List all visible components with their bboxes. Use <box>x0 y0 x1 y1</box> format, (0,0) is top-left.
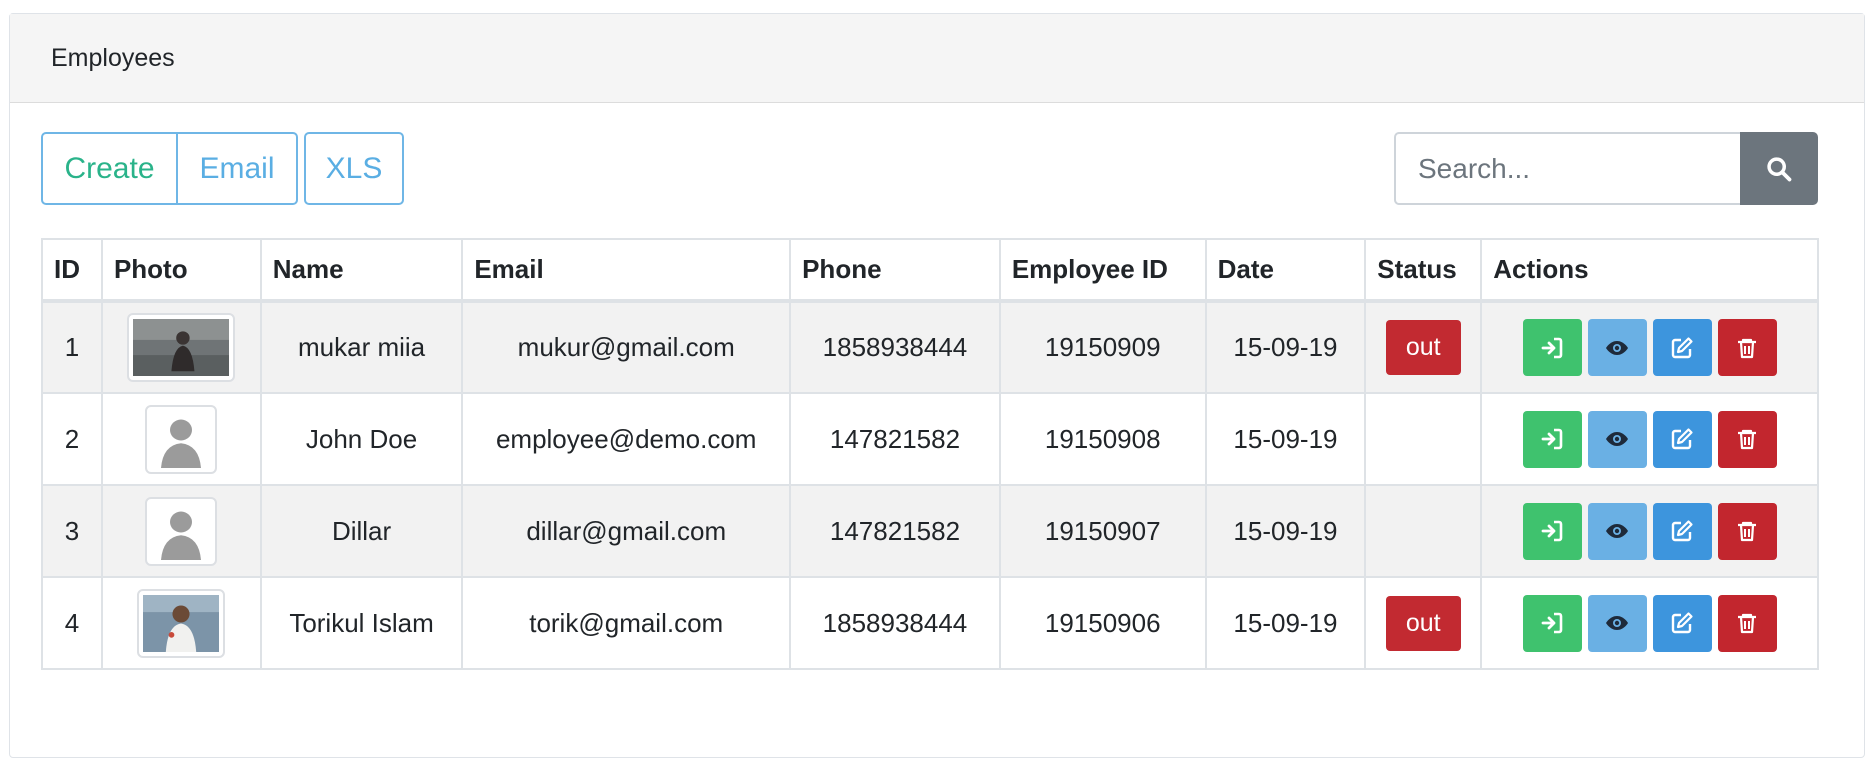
view-button[interactable] <box>1587 594 1647 652</box>
column-header-photo[interactable]: Photo <box>100 238 262 303</box>
delete-button[interactable] <box>1717 319 1777 376</box>
cell-employee-id: 19150909 <box>998 300 1207 394</box>
eye-icon <box>1606 616 1629 630</box>
view-button[interactable] <box>1587 502 1647 560</box>
cell-employee-id: 19150907 <box>998 484 1207 578</box>
trash-icon <box>1738 429 1757 450</box>
edit-button[interactable] <box>1652 502 1712 560</box>
status-badge: out <box>1385 595 1461 651</box>
edit-icon <box>1671 336 1693 358</box>
edit-button[interactable] <box>1652 594 1712 652</box>
table-header-row: ID Photo Name Email Phone Employee ID Da… <box>41 238 1819 303</box>
cell-phone: 147821582 <box>789 484 1001 578</box>
delete-button[interactable] <box>1717 502 1777 560</box>
cell-email: mukur@gmail.com <box>461 300 792 394</box>
sign-in-icon <box>1541 520 1563 542</box>
trash-icon <box>1738 613 1757 634</box>
xls-button[interactable]: XLS <box>304 132 404 205</box>
cell-status <box>1364 484 1483 578</box>
cell-photo <box>100 484 262 578</box>
cell-status: out <box>1364 300 1483 394</box>
edit-button[interactable] <box>1652 410 1712 468</box>
eye-icon <box>1606 524 1629 538</box>
cell-name: John Doe <box>259 392 464 486</box>
cell-actions <box>1480 300 1819 394</box>
trash-icon <box>1738 521 1757 542</box>
cell-actions <box>1480 576 1819 670</box>
cell-email: employee@demo.com <box>461 392 792 486</box>
check-in-button[interactable] <box>1522 319 1582 376</box>
cell-name: Dillar <box>259 484 464 578</box>
cell-photo <box>100 392 262 486</box>
sign-in-icon <box>1541 612 1563 634</box>
cell-email: torik@gmail.com <box>461 576 792 670</box>
cell-phone: 1858938444 <box>789 300 1001 394</box>
eye-icon <box>1606 432 1629 446</box>
column-header-date[interactable]: Date <box>1204 238 1367 303</box>
cell-id: 4 <box>41 576 103 670</box>
cell-status: out <box>1364 576 1483 670</box>
delete-button[interactable] <box>1717 594 1777 652</box>
avatar-placeholder[interactable] <box>145 496 218 566</box>
edit-icon <box>1671 428 1693 450</box>
avatar-placeholder[interactable] <box>145 404 218 474</box>
email-button[interactable]: Email <box>178 132 298 205</box>
search-group <box>1394 132 1818 205</box>
table-row: 4 Torikul Islam torik@gmail.com 18589384… <box>41 576 1819 670</box>
cell-date: 15-09-19 <box>1204 484 1367 578</box>
eye-icon <box>1606 340 1629 355</box>
column-header-phone[interactable]: Phone <box>789 238 1001 303</box>
toolbar: Create Email XLS <box>41 132 404 205</box>
cell-phone: 147821582 <box>789 392 1001 486</box>
column-header-id[interactable]: ID <box>41 238 103 303</box>
cell-id: 2 <box>41 392 103 486</box>
cell-date: 15-09-19 <box>1204 392 1367 486</box>
card-header: Employees <box>10 14 1864 103</box>
cell-actions <box>1480 392 1819 486</box>
column-header-name[interactable]: Name <box>259 238 464 303</box>
column-header-employee-id[interactable]: Employee ID <box>998 238 1207 303</box>
check-in-button[interactable] <box>1522 410 1582 468</box>
cell-actions <box>1480 484 1819 578</box>
edit-icon <box>1671 520 1693 542</box>
create-button[interactable]: Create <box>41 132 178 205</box>
table-row: 3 Dillar dillar@gmail.com 147821582 1915… <box>41 484 1819 578</box>
sign-in-icon <box>1541 337 1563 358</box>
cell-photo <box>100 576 262 670</box>
column-header-status[interactable]: Status <box>1364 238 1483 303</box>
status-badge: out <box>1385 320 1461 375</box>
cell-name: mukar miia <box>259 300 464 394</box>
cell-status <box>1364 392 1483 486</box>
edit-button[interactable] <box>1652 319 1712 376</box>
table-row: 2 John Doe employee@demo.com 147821582 1… <box>41 392 1819 486</box>
trash-icon <box>1738 338 1757 358</box>
search-icon <box>1767 156 1792 181</box>
cell-date: 15-09-19 <box>1204 576 1367 670</box>
column-header-actions: Actions <box>1480 238 1819 303</box>
table-row: 1 mukar miia mukur@gmail.com 1858938444 … <box>41 300 1819 394</box>
check-in-button[interactable] <box>1522 502 1582 560</box>
view-button[interactable] <box>1587 319 1647 376</box>
cell-employee-id: 19150906 <box>998 576 1207 670</box>
edit-icon <box>1671 612 1693 634</box>
cell-id: 3 <box>41 484 103 578</box>
page-title: Employees <box>51 43 175 72</box>
cell-photo <box>100 300 262 394</box>
cell-email: dillar@gmail.com <box>461 484 792 578</box>
employee-photo[interactable] <box>137 588 226 658</box>
search-input[interactable] <box>1394 132 1740 205</box>
cell-phone: 1858938444 <box>789 576 1001 670</box>
delete-button[interactable] <box>1717 410 1777 468</box>
sign-in-icon <box>1541 428 1563 450</box>
cell-name: Torikul Islam <box>259 576 464 670</box>
search-button[interactable] <box>1740 132 1818 205</box>
cell-id: 1 <box>41 300 103 394</box>
employee-photo[interactable] <box>127 313 236 382</box>
column-header-email[interactable]: Email <box>461 238 792 303</box>
cell-employee-id: 19150908 <box>998 392 1207 486</box>
check-in-button[interactable] <box>1522 594 1582 652</box>
cell-date: 15-09-19 <box>1204 300 1367 394</box>
view-button[interactable] <box>1587 410 1647 468</box>
employees-table: ID Photo Name Email Phone Employee ID Da… <box>41 238 1819 670</box>
